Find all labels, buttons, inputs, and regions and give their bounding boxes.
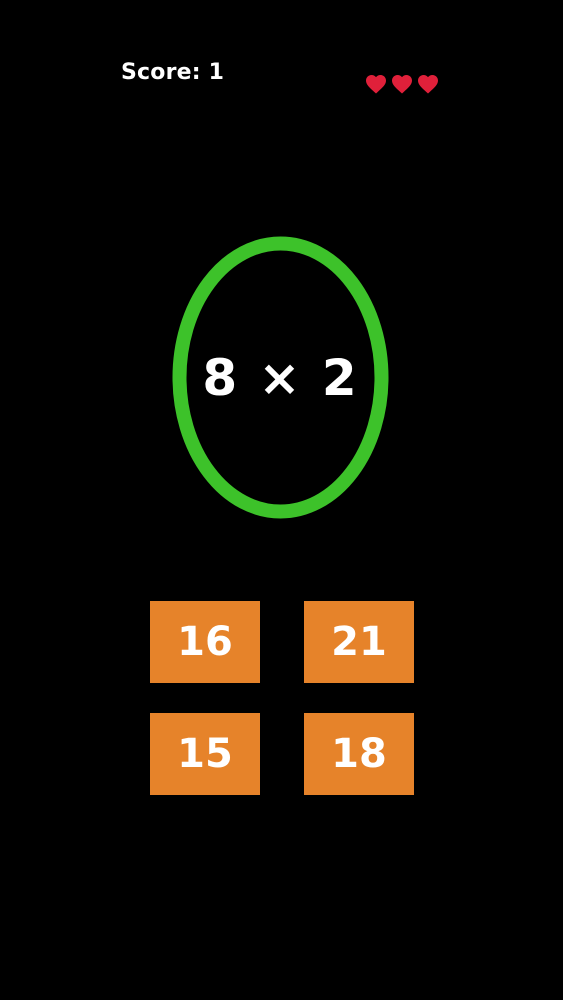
lives-indicator (364, 71, 440, 97)
answer-button-21[interactable]: 21 (304, 601, 414, 683)
heart-icon (392, 75, 412, 94)
question-text: 8 × 2 (202, 348, 359, 407)
answer-button-16[interactable]: 16 (150, 601, 260, 683)
answer-button-18[interactable]: 18 (304, 713, 414, 795)
score-label: Score: 1 (121, 60, 225, 85)
heart-icon (418, 75, 438, 94)
answer-button-15[interactable]: 15 (150, 713, 260, 795)
heart-icon (366, 75, 386, 94)
